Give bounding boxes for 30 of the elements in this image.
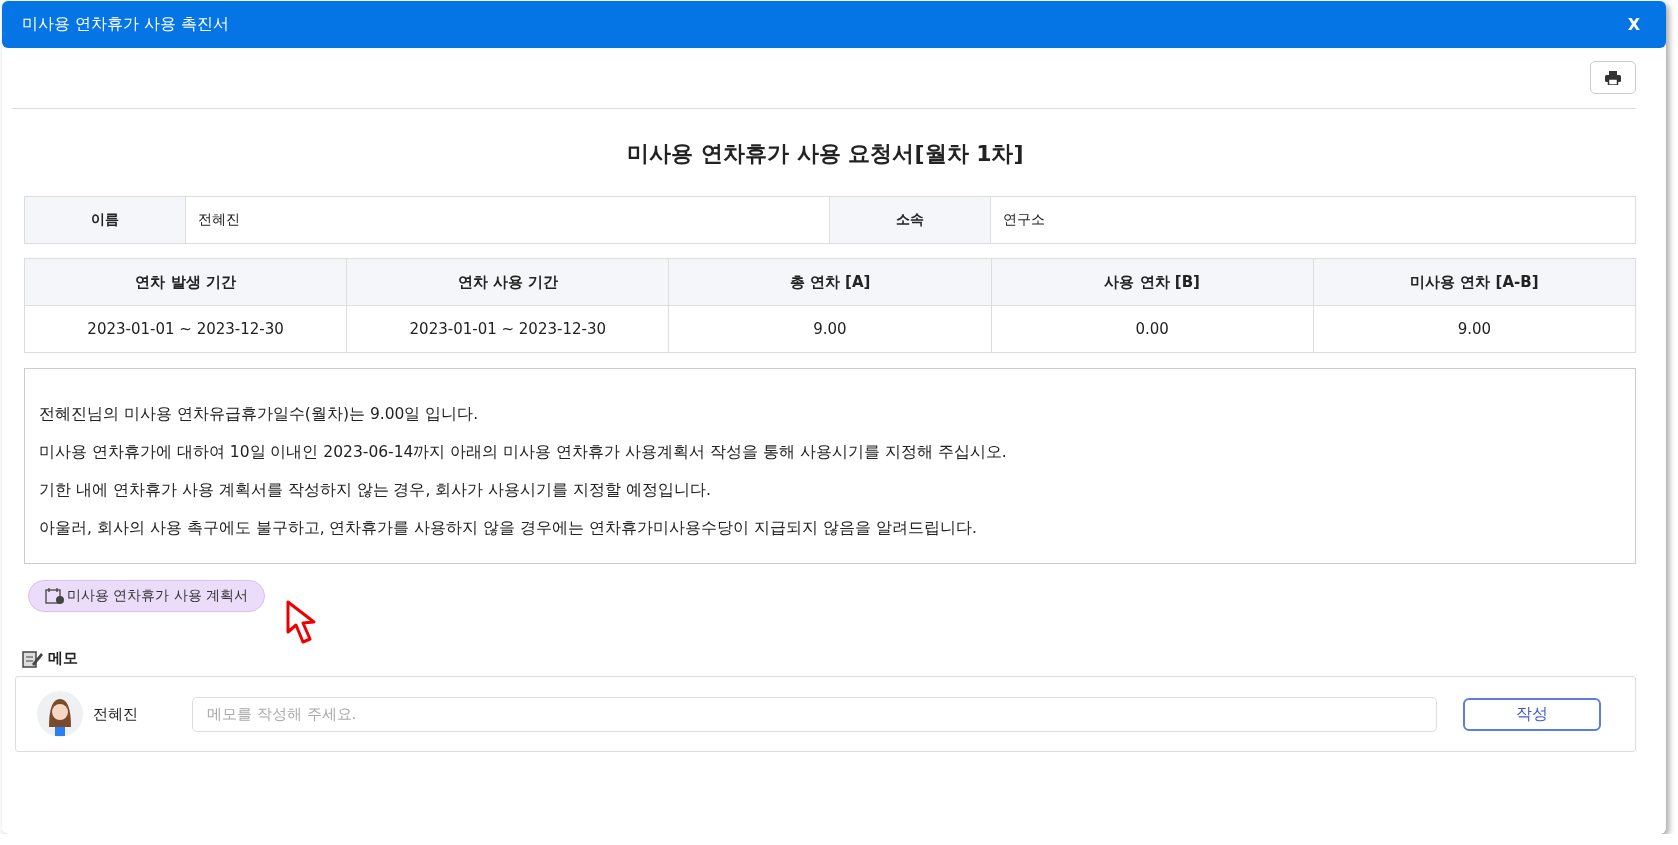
column-header: 미사용 연차 [A-B]	[1313, 258, 1636, 306]
notice-text: 전혜진님의 미사용 연차유급휴가일수(월차)는 9.00일 입니다.	[39, 404, 480, 425]
memo-input-field[interactable]: 메모를 작성해 주세요.	[192, 696, 1437, 732]
notice-text: 미사용 연차휴가에 대하여 10일 이내인 2023-06-14까지 아래의 미사용 연차휴가 사용계획서 작성을 통해 사용시기를 지정해 주십시오.	[39, 442, 1008, 463]
table-cell: 9.00	[668, 305, 992, 353]
column-header: 연차 발생 기간	[24, 258, 347, 306]
print-icon	[1605, 70, 1621, 85]
window-title: 미사용 연차휴가 사용 촉진서	[22, 14, 230, 35]
table-cell: 2023-01-01 ~ 2023-12-30	[346, 305, 669, 353]
column-header: 총 연차 [A]	[668, 258, 992, 306]
table-cell: 9.00	[1313, 305, 1636, 353]
table-cell: 0.00	[991, 305, 1314, 353]
field-label: 소속	[830, 197, 991, 243]
document-title: 미사용 연차휴가 사용 요청서[월차 1차]	[626, 140, 1025, 168]
plan-button[interactable]: 미사용 연차휴가 사용 계획서	[28, 580, 266, 612]
table-cell: 2023-01-01 ~ 2023-12-30	[24, 305, 347, 353]
memo-icon	[22, 649, 44, 668]
submit-button[interactable]: 작성	[1463, 697, 1601, 731]
calendar-icon	[45, 587, 65, 605]
memo-heading: 메모	[48, 649, 78, 668]
author-name: 전혜진	[93, 704, 138, 724]
avatar-icon	[37, 691, 83, 737]
close-button[interactable]: X	[1623, 15, 1644, 34]
print-button[interactable]	[1590, 61, 1636, 94]
notice-text: 아울러, 회사의 사용 촉구에도 불구하고, 연차휴가를 사용하지 않을 경우에는 연차휴가미사용수당이 지급되지 않음을 알려드립니다.	[39, 518, 978, 539]
column-header: 사용 연차 [B]	[991, 258, 1314, 306]
column-header: 연차 사용 기간	[346, 258, 669, 306]
field-label: 이름	[25, 197, 186, 243]
field-value: 연구소	[1002, 210, 1046, 229]
notice-text: 기한 내에 연차휴가 사용 계획서를 작성하지 않는 경우, 회사가 사용시기를 지정할 예정입니다.	[39, 480, 713, 501]
